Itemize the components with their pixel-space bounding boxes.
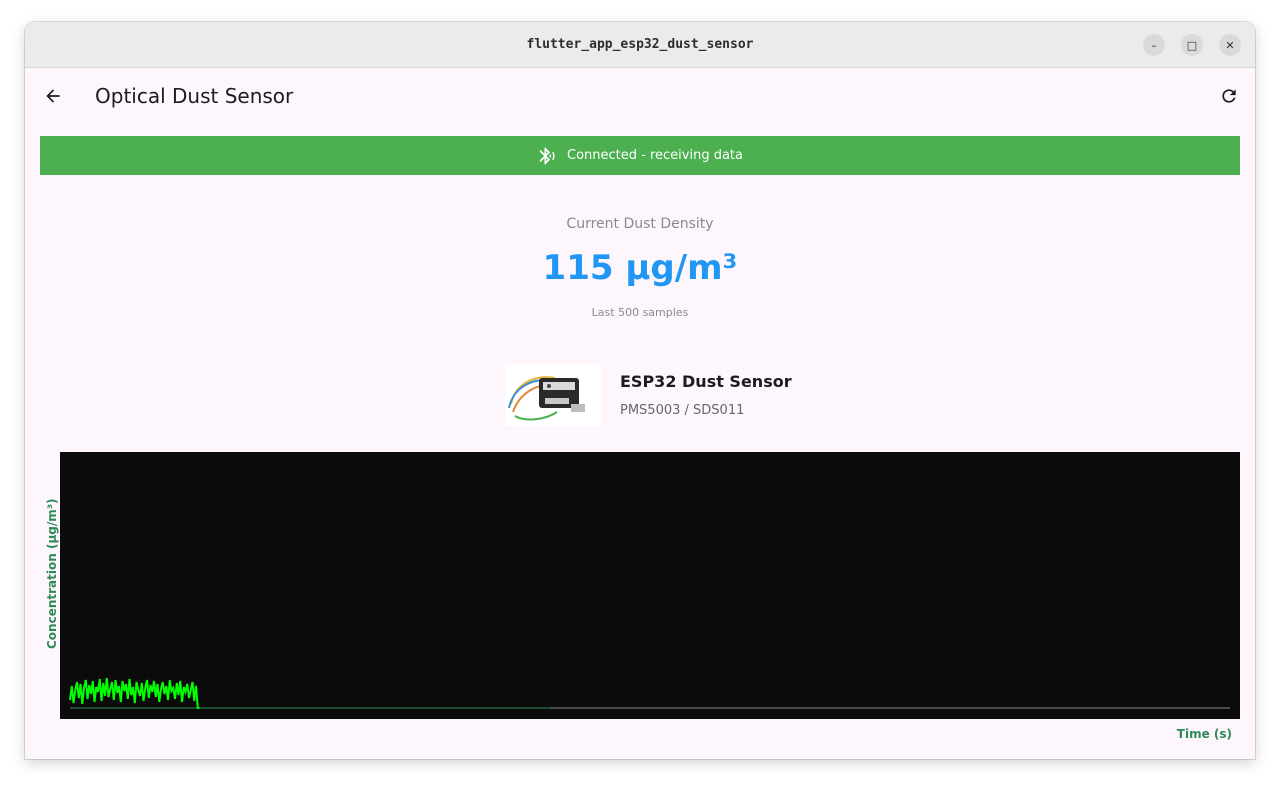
samples-caption: Last 500 samples [591,306,689,319]
sensor-image [505,364,601,426]
refresh-button[interactable] [1209,76,1249,116]
refresh-icon [1222,89,1236,103]
maximize-button[interactable]: □ [1181,34,1203,56]
device-name: ESP32 Dust Sensor [620,372,792,391]
title-bar: flutter_app_esp32_dust_sensor – □ ✕ [25,22,1255,68]
status-text: Connected - receiving data [567,148,743,163]
minimize-button[interactable]: – [1143,34,1165,56]
chart-svg [69,677,1230,709]
chart-y-axis-label: Concentration (µg/m³) [45,498,59,650]
density-value: 115 µg/m³ [542,248,738,288]
arrow-back-icon [46,89,60,103]
connection-status-banner: Connected - receiving data [40,136,1240,175]
app-bar: Optical Dust Sensor [25,68,1255,124]
page-title: Optical Dust Sensor [95,84,294,108]
chart-x-axis-label: Time (s) [1176,727,1232,741]
window-controls: – □ ✕ [1143,34,1241,56]
chart-series-line [69,677,200,709]
device-model: PMS5003 / SDS011 [620,403,745,418]
close-button[interactable]: ✕ [1219,34,1241,56]
bluetooth-searching-icon [539,147,555,164]
back-button[interactable] [33,76,73,116]
density-label: Current Dust Density [566,216,714,232]
window-title: flutter_app_esp32_dust_sensor [526,37,754,52]
concentration-chart: Concentration (µg/m³) Time (s) [40,452,1240,752]
app-window: flutter_app_esp32_dust_sensor – □ ✕ Opti… [25,22,1255,759]
chart-plot-area [60,452,1240,719]
